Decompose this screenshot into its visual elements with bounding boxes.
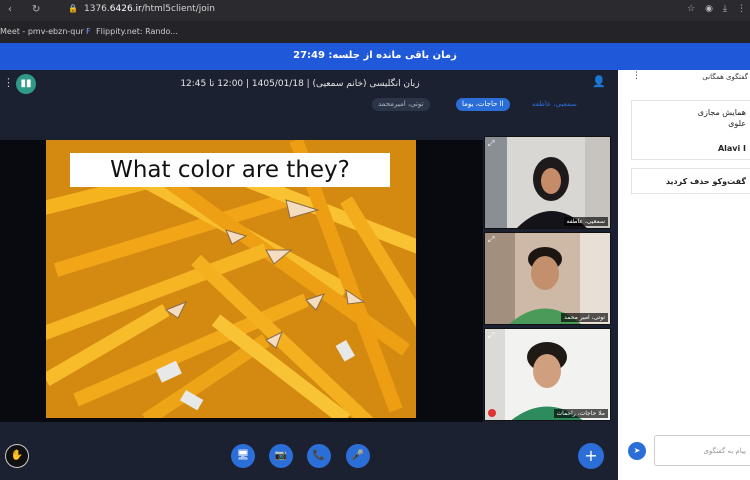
- options-menu-icon[interactable]: ⋮: [3, 76, 14, 89]
- slide-title: What color are they?: [70, 153, 390, 187]
- refresh-icon[interactable]: ↻: [32, 4, 40, 15]
- participant-name: ملا حاجات، راحمات: [553, 409, 608, 418]
- url-prefix: 1376.: [84, 4, 110, 14]
- leave-audio-button[interactable]: 📞: [307, 444, 331, 468]
- browser-toolbar: ‹ ↻ 🔒 1376.6426.ir/html5client/join ☆ ◉ …: [0, 0, 750, 21]
- app-logo[interactable]: ▮▮: [16, 74, 36, 94]
- message-line: همایش مجازی: [697, 108, 746, 117]
- url-path: /html5client/join: [141, 4, 215, 14]
- webcam-image: [485, 233, 610, 324]
- chat-message: همایش مجازی علوی Alavi I: [631, 100, 750, 160]
- bookmark-flippity[interactable]: Flippity.net: Rando...: [96, 27, 178, 36]
- bookmarks-bar: Meet - pmv-ebzn-qur F Flippity.net: Rand…: [0, 21, 750, 43]
- session-timer-bar: زمان باقی مانده از جلسه: 27:49: [0, 43, 750, 70]
- browser-actions: ☆ ◉ ⤓ ⋮: [687, 4, 746, 14]
- message-line: گفت‌وکو حذف کردید: [665, 177, 746, 186]
- camera-button[interactable]: 📷: [269, 444, 293, 468]
- expand-icon[interactable]: ⤢: [488, 235, 494, 245]
- talking-chip-2[interactable]: اا حاجات، یوما: [456, 98, 510, 111]
- meeting-title: زبان انگلیسی (خانم سمعیی) | 1405/01/18 |…: [180, 79, 420, 89]
- webcam-tile[interactable]: ⤢ توتی، امیر محمد: [484, 232, 611, 325]
- message-line: علوی: [728, 119, 746, 128]
- chat-title: گفتگوی همگانی: [702, 73, 748, 81]
- chat-header: ⋮ گفتگوی همگانی: [618, 70, 750, 86]
- talking-chip-3[interactable]: توتی، امیرمحمد: [372, 98, 430, 111]
- presentation-slide: What color are they?: [46, 140, 416, 418]
- chat-input[interactable]: پیام به گفتگوی: [654, 435, 750, 466]
- meeting-area: ⋮ ▮▮ زبان انگلیسی (خانم سمعیی) | 1405/01…: [0, 70, 618, 480]
- lock-icon[interactable]: 🔒: [68, 4, 78, 13]
- participant-name: توتی، امیر محمد: [561, 313, 608, 322]
- muted-mic-icon: [488, 409, 496, 417]
- url-host: 6426.ir: [109, 4, 142, 14]
- users-icon[interactable]: 👤: [592, 75, 606, 88]
- menu-icon[interactable]: ⋮: [737, 4, 746, 14]
- message-line: Alavi I: [717, 144, 746, 153]
- download-icon[interactable]: ⤓: [723, 4, 727, 14]
- expand-icon[interactable]: ⤢: [488, 139, 494, 149]
- mute-button[interactable]: 🎤: [346, 444, 370, 468]
- extension-icon[interactable]: ◉: [705, 4, 713, 14]
- actions-plus-button[interactable]: +: [578, 443, 604, 469]
- session-timer: زمان باقی مانده از جلسه: 27:49: [293, 50, 457, 61]
- chat-options-icon[interactable]: ⋮: [632, 71, 641, 81]
- meeting-header: ⋮ ▮▮ زبان انگلیسی (خانم سمعیی) | 1405/01…: [0, 70, 618, 111]
- webcam-image: [485, 137, 610, 228]
- send-button[interactable]: ➤: [628, 442, 646, 460]
- chat-system-message: گفت‌وکو حذف کردید: [631, 168, 750, 194]
- chat-panel: ⋮ گفتگوی همگانی همایش مجازی علوی Alavi I…: [618, 70, 750, 480]
- webcam-tile[interactable]: ⤢ ملا حاجات، راحمات: [484, 328, 611, 421]
- star-icon[interactable]: ☆: [687, 4, 695, 14]
- share-screen-button[interactable]: 🖥: [231, 444, 255, 468]
- webcam-image: [485, 329, 610, 420]
- raise-hand-button[interactable]: ✋: [5, 444, 29, 468]
- address-bar[interactable]: 1376.6426.ir/html5client/join: [84, 4, 215, 14]
- participant-name: سمعیی، عاطفه: [563, 217, 608, 226]
- bookmark-flippity-icon: F: [86, 27, 91, 36]
- webcam-tile[interactable]: ⤢ سمعیی، عاطفه: [484, 136, 611, 229]
- back-icon[interactable]: ‹: [8, 4, 12, 15]
- bookmark-meet[interactable]: Meet - pmv-ebzn-qur: [0, 27, 84, 36]
- expand-icon[interactable]: ⤢: [488, 331, 494, 341]
- talking-chip-1[interactable]: سمعیی، عاطفه: [526, 98, 583, 111]
